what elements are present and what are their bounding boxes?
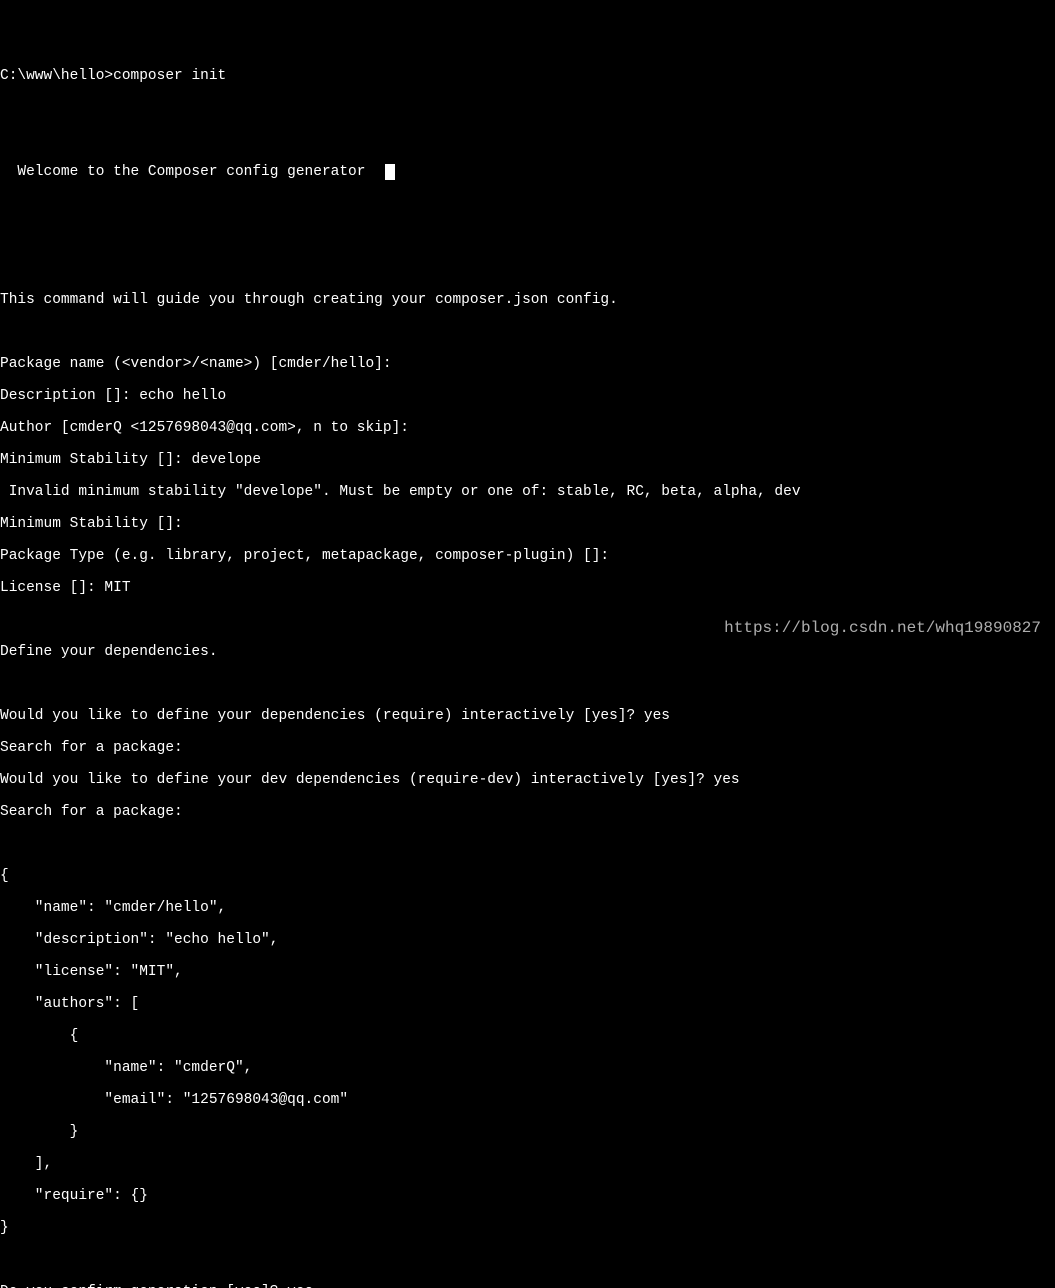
blank-line: [0, 228, 1055, 244]
require-answer: yes: [644, 708, 670, 724]
blank-line: [0, 676, 1055, 692]
search-package-line-2: Search for a package:: [0, 804, 1055, 820]
min-stability-label: Minimum Stability []:: [0, 452, 191, 468]
require-dev-question-line: Would you like to define your dev depend…: [0, 772, 1055, 788]
require-question-line: Would you like to define your dependenci…: [0, 708, 1055, 724]
license-value: MIT: [104, 580, 130, 596]
confirm-question: Do you confirm generation [yes]?: [0, 1284, 287, 1288]
json-line: "authors": [: [0, 996, 1055, 1012]
json-line: "license": "MIT",: [0, 964, 1055, 980]
confirm-line: Do you confirm generation [yes]? yes: [0, 1284, 1055, 1288]
define-deps-line: Define your dependencies.: [0, 644, 1055, 660]
require-question: Would you like to define your dependenci…: [0, 708, 644, 724]
command-text: composer init: [113, 68, 226, 84]
blank-line: [0, 196, 1055, 212]
cursor-block: [385, 164, 395, 180]
blank-line: [0, 260, 1055, 276]
watermark-text: https://blog.csdn.net/whq19890827: [724, 620, 1041, 636]
author-line: Author [cmderQ <1257698043@qq.com>, n to…: [0, 420, 1055, 436]
description-value: echo hello: [139, 388, 226, 404]
blank-line: [0, 1252, 1055, 1268]
require-dev-question: Would you like to define your dev depend…: [0, 772, 714, 788]
blank-line: [0, 324, 1055, 340]
json-line: {: [0, 1028, 1055, 1044]
json-line: "require": {}: [0, 1188, 1055, 1204]
package-type-label: Package Type (e.g. library, project, met…: [0, 548, 618, 564]
license-line: License []: MIT: [0, 580, 1055, 596]
require-dev-answer: yes: [714, 772, 740, 788]
author-label: Author [cmderQ <1257698043@qq.com>, n to…: [0, 420, 418, 436]
description-label: Description []:: [0, 388, 139, 404]
search-package-line: Search for a package:: [0, 740, 1055, 756]
min-stability-line-2: Minimum Stability []:: [0, 516, 1055, 532]
license-label: License []:: [0, 580, 104, 596]
json-line: "description": "echo hello",: [0, 932, 1055, 948]
json-line: }: [0, 1124, 1055, 1140]
json-line: "name": "cmderQ",: [0, 1060, 1055, 1076]
json-line: "name": "cmder/hello",: [0, 900, 1055, 916]
blank-line: [0, 836, 1055, 852]
min-stability-value: develope: [191, 452, 261, 468]
json-line: ],: [0, 1156, 1055, 1172]
welcome-line: Welcome to the Composer config generator: [0, 164, 1055, 180]
package-name-line: Package name (<vendor>/<name>) [cmder/he…: [0, 356, 1055, 372]
package-name-label: Package name (<vendor>/<name>) [cmder/he…: [0, 356, 400, 372]
prompt: C:\www\hello>: [0, 68, 113, 84]
package-type-line: Package Type (e.g. library, project, met…: [0, 548, 1055, 564]
json-line: }: [0, 1220, 1055, 1236]
blank-line: [0, 100, 1055, 116]
invalid-stability-line: Invalid minimum stability "develope". Mu…: [0, 484, 1055, 500]
min-stability-line: Minimum Stability []: develope: [0, 452, 1055, 468]
description-line: Description []: echo hello: [0, 388, 1055, 404]
json-line: "email": "1257698043@qq.com": [0, 1092, 1055, 1108]
confirm-answer: yes: [287, 1284, 313, 1288]
json-line: {: [0, 868, 1055, 884]
command-line: C:\www\hello>composer init: [0, 68, 1055, 84]
welcome-text: Welcome to the Composer config generator: [17, 164, 365, 180]
min-stability-label-2: Minimum Stability []:: [0, 516, 191, 532]
guide-line: This command will guide you through crea…: [0, 292, 1055, 308]
blank-line: [0, 132, 1055, 148]
